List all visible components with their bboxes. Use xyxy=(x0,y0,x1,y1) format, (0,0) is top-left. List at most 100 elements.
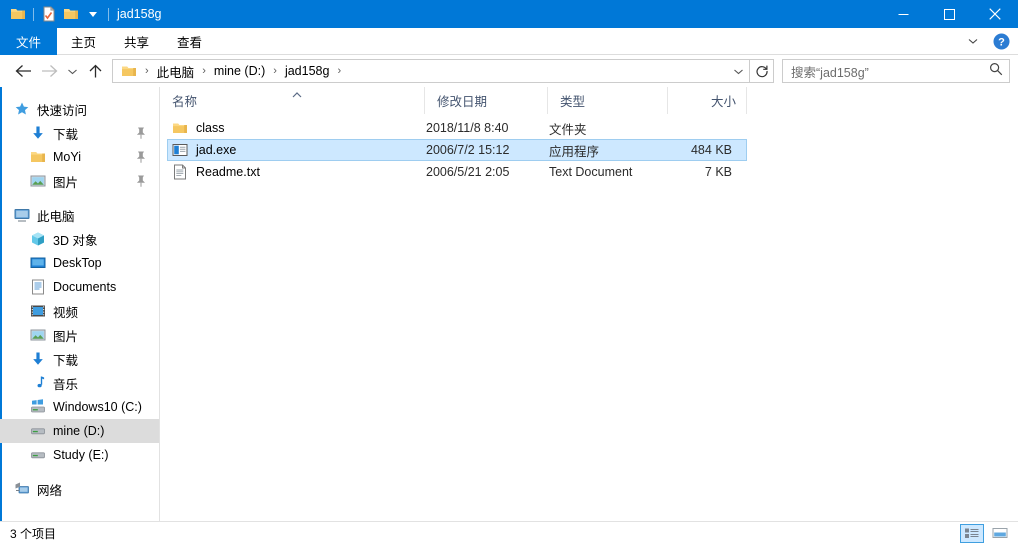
table-row[interactable]: class 2018/11/8 8:40 文件夹 xyxy=(167,117,747,139)
breadcrumb-item-mine-d[interactable]: mine (D:) xyxy=(212,60,267,82)
view-mode-buttons xyxy=(960,523,1012,543)
folder-icon xyxy=(30,149,46,165)
sidebar-item-network[interactable]: 网络 xyxy=(0,477,159,501)
sidebar-item-videos[interactable]: 视频 xyxy=(0,299,159,323)
ribbon-tab-strip: 文件 主页 共享 查看 ? xyxy=(0,28,1018,55)
folder-icon xyxy=(172,120,188,136)
folder-icon[interactable] xyxy=(7,3,29,25)
details-view-button[interactable] xyxy=(960,523,984,543)
search-box[interactable]: 搜索“jad158g” xyxy=(782,59,1010,83)
sidebar-item-label: DeskTop xyxy=(53,256,102,270)
tab-home[interactable]: 主页 xyxy=(57,28,110,55)
sort-ascending-icon xyxy=(290,88,304,102)
file-type-cell: 文件夹 xyxy=(549,122,587,137)
sidebar-item-label: MoYi xyxy=(53,150,82,164)
sidebar-item-study-e[interactable]: Study (E:) xyxy=(0,443,159,467)
table-row[interactable]: jad.exe 2006/7/2 15:12 应用程序 484 KB xyxy=(167,139,747,161)
sidebar-item-label: 下载 xyxy=(53,127,79,142)
download-icon xyxy=(30,125,46,141)
refresh-button[interactable] xyxy=(750,59,774,83)
sidebar-item-label: Study (E:) xyxy=(53,448,109,462)
pin-icon[interactable] xyxy=(135,174,147,188)
file-explorer-window: jad158g 文件 主页 共享 查看 ? › 此电脑 › mine (D:) … xyxy=(0,0,1018,544)
breadcrumb-item-jad158g[interactable]: jad158g xyxy=(283,60,332,82)
column-header-type[interactable]: 类型 xyxy=(548,87,668,114)
tab-view[interactable]: 查看 xyxy=(163,28,216,55)
chevron-down-icon[interactable] xyxy=(82,3,104,25)
window-title: jad158g xyxy=(117,7,162,21)
sidebar-item-label: 图片 xyxy=(53,175,79,190)
new-folder-icon[interactable] xyxy=(60,3,82,25)
item-count-label: 3 个项目 xyxy=(10,526,57,541)
recent-locations-button[interactable] xyxy=(62,58,82,84)
sidebar-item-label: mine (D:) xyxy=(53,424,105,438)
chevron-down-icon[interactable] xyxy=(964,31,982,51)
network-icon xyxy=(14,481,30,497)
sidebar-item-quick-access[interactable]: 快速访问 xyxy=(0,97,159,121)
table-row[interactable]: Readme.txt 2006/5/21 2:05 Text Document … xyxy=(167,161,747,183)
status-bar: 3 个项目 xyxy=(0,521,1018,544)
search-input[interactable]: 搜索“jad158g” xyxy=(791,62,989,81)
ribbon-right-controls: ? xyxy=(964,28,1018,54)
window-controls xyxy=(880,0,1018,28)
sidebar-item-pictures[interactable]: 图片 xyxy=(0,323,159,347)
properties-icon[interactable] xyxy=(38,3,60,25)
download-icon xyxy=(30,351,46,367)
sidebar-item-3d-objects[interactable]: 3D 对象 xyxy=(0,227,159,251)
breadcrumb-separator[interactable]: › xyxy=(331,65,347,77)
qat-separator-2 xyxy=(108,7,109,21)
breadcrumb-dropdown-icon[interactable] xyxy=(727,60,749,82)
file-date-cell: 2006/5/21 2:05 xyxy=(426,165,510,179)
music-icon xyxy=(30,375,46,391)
file-date-cell: 2006/7/2 15:12 xyxy=(426,143,510,157)
file-name-label: jad.exe xyxy=(196,143,237,157)
sidebar-item-pictures-quick[interactable]: 图片 xyxy=(0,169,159,193)
title-bar: jad158g xyxy=(0,0,1018,28)
sidebar-item-moyi[interactable]: MoYi xyxy=(0,145,159,169)
sidebar-item-desktop[interactable]: DeskTop xyxy=(0,251,159,275)
breadcrumb-separator: › xyxy=(145,65,149,77)
breadcrumb-item-this-pc[interactable]: 此电脑 xyxy=(155,60,197,82)
breadcrumb-separator[interactable]: › xyxy=(267,65,283,77)
search-icon[interactable] xyxy=(989,62,1003,81)
documents-icon xyxy=(30,279,46,295)
close-button[interactable] xyxy=(972,0,1018,28)
sidebar-item-downloads-pc[interactable]: 下载 xyxy=(0,347,159,371)
sidebar-item-documents[interactable]: Documents xyxy=(0,275,159,299)
sidebar-item-mine-d[interactable]: mine (D:) xyxy=(0,419,159,443)
sidebar-item-downloads[interactable]: 下载 xyxy=(0,121,159,145)
column-header-label: 修改日期 xyxy=(437,95,488,109)
breadcrumb-bar[interactable]: › 此电脑 › mine (D:) › jad158g › xyxy=(112,59,750,83)
navigation-pane: 快速访问 下载 MoYi 图片 此电脑 3D 对象 DeskTop Docume… xyxy=(0,87,160,521)
sidebar-item-label: 音乐 xyxy=(53,377,79,392)
forward-button[interactable] xyxy=(36,58,62,84)
sidebar-item-music[interactable]: 音乐 xyxy=(0,371,159,395)
file-rows: class 2018/11/8 8:40 文件夹 jad.exe 2006/7/… xyxy=(160,114,1018,521)
file-name-label: class xyxy=(196,121,225,135)
column-header-date-modified[interactable]: 修改日期 xyxy=(425,87,548,114)
sidebar-item-windows10-c[interactable]: Windows10 (C:) xyxy=(0,395,159,419)
breadcrumb-separator[interactable]: › xyxy=(196,65,212,77)
column-header-name[interactable]: 名称 xyxy=(160,87,425,114)
svg-text:?: ? xyxy=(998,36,1005,48)
column-header-size[interactable]: 大小 xyxy=(668,87,747,114)
tab-share[interactable]: 共享 xyxy=(110,28,163,55)
qat-separator-1 xyxy=(33,7,34,21)
pin-icon[interactable] xyxy=(135,126,147,140)
tab-file[interactable]: 文件 xyxy=(0,28,58,55)
sidebar-item-label: 快速访问 xyxy=(37,103,88,118)
help-icon[interactable]: ? xyxy=(992,32,1010,50)
maximize-button[interactable] xyxy=(926,0,972,28)
system-drive-icon xyxy=(30,399,46,415)
back-button[interactable] xyxy=(10,58,36,84)
up-button[interactable] xyxy=(82,58,108,84)
pin-icon[interactable] xyxy=(135,150,147,164)
sidebar-item-this-pc[interactable]: 此电脑 xyxy=(0,203,159,227)
file-type-cell: 应用程序 xyxy=(549,144,600,159)
minimize-button[interactable] xyxy=(880,0,926,28)
large-icons-view-button[interactable] xyxy=(988,524,1012,543)
file-type-cell: Text Document xyxy=(549,165,633,179)
text-file-icon xyxy=(172,164,188,180)
